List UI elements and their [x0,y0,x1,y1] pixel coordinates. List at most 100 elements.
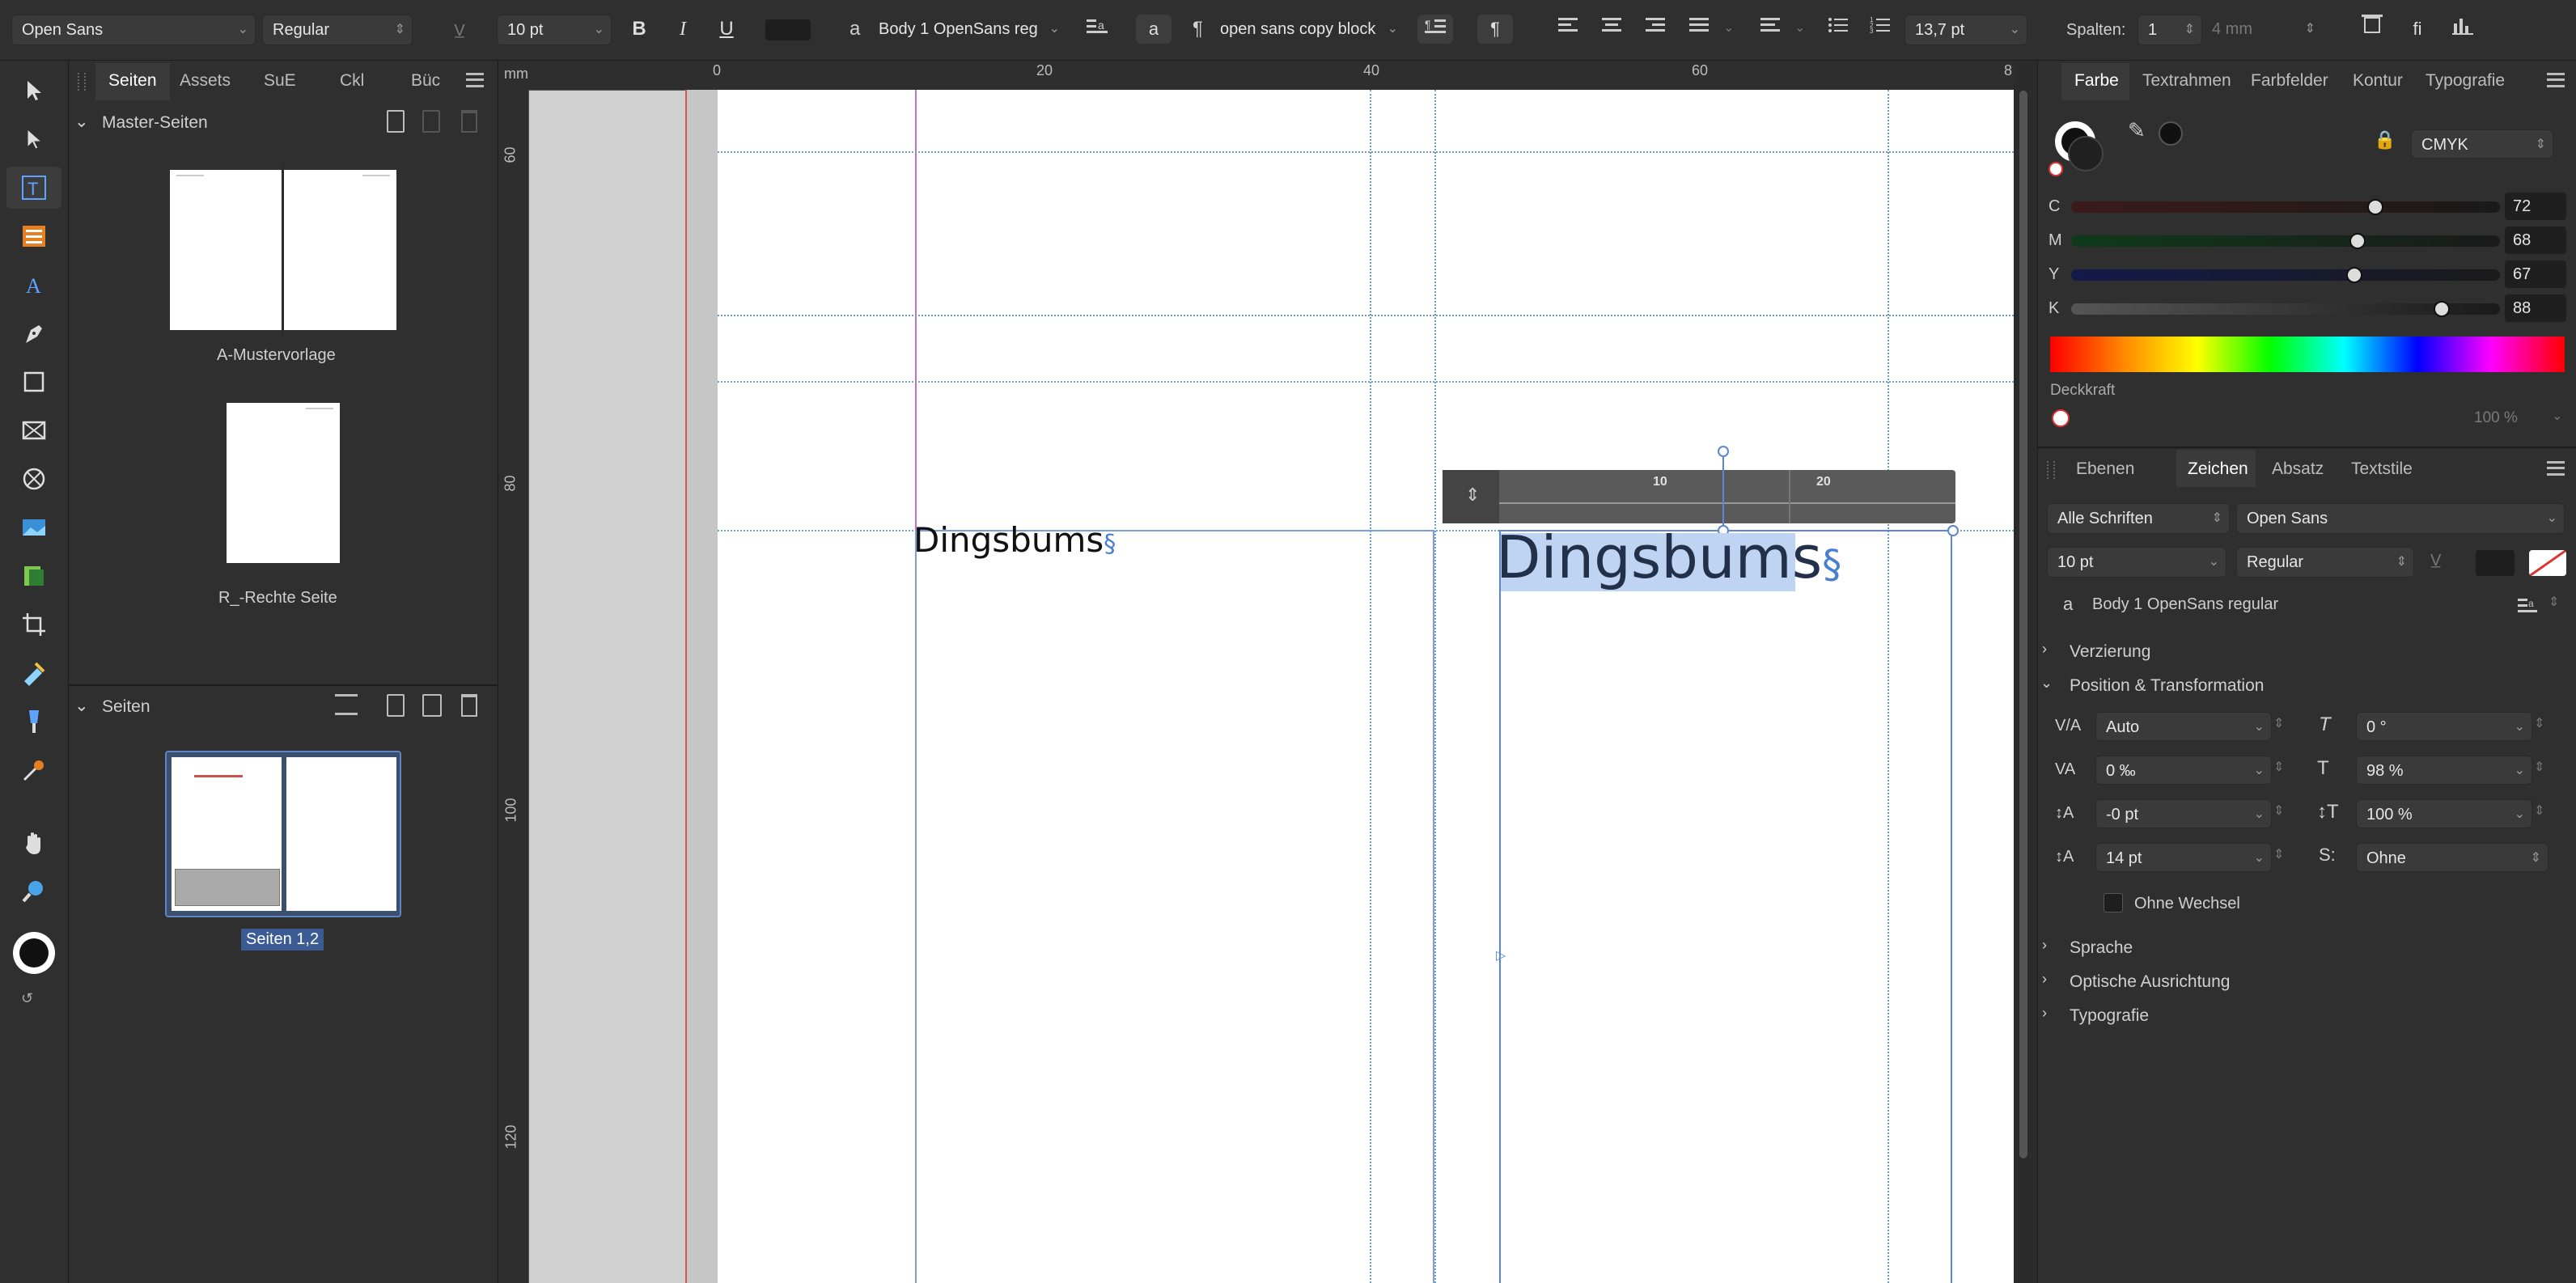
gutter-stepper[interactable]: 4 mm ⇕ [2202,15,2322,45]
chart-icon[interactable] [2445,15,2481,44]
panel-menu-icon[interactable] [466,73,484,87]
delete-master-icon[interactable] [461,110,477,133]
bold-button[interactable]: B [621,15,657,44]
leading-field[interactable]: 14 pt ⌄ [2095,843,2272,872]
right-text-frame[interactable] [1499,530,1952,1283]
channel-m-value[interactable]: 68 [2505,227,2566,254]
duplicate-master-icon[interactable] [422,110,440,133]
hscale-field[interactable]: 98 % ⌄ [2356,756,2532,785]
vertical-ruler[interactable] [499,90,529,1283]
place-image-tool-icon[interactable] [6,506,61,548]
tab-assets[interactable]: Assets [180,71,231,91]
hand-tool-icon[interactable] [6,822,61,864]
section-position-chevron-icon[interactable]: ⌄ [2040,675,2053,692]
tab-farbe[interactable]: Farbe [2074,71,2119,91]
vscale-field[interactable]: 100 % ⌄ [2356,799,2532,828]
para-style-select[interactable]: open sans copy block ⌄ [1210,15,1405,45]
hscale-stepper-icon[interactable]: ⇕ [2534,759,2544,775]
vertical-align-dropdown-icon[interactable]: ⌄ [1794,19,1805,36]
tab-absatz[interactable]: Absatz [2272,459,2324,479]
page-spread-thumbnail[interactable] [165,751,401,917]
vector-crop-tool-icon[interactable] [6,555,61,597]
channel-y-slider[interactable] [2071,269,2500,281]
char-style-button[interactable]: a [1136,15,1171,44]
vertical-align-icon[interactable] [1752,15,1788,44]
section-verzierung[interactable]: Verzierung [2070,642,2150,662]
panel-grip-icon-2[interactable] [2047,461,2055,479]
para-style-panel-icon[interactable]: ¶ [1417,15,1453,44]
section-optical-chevron-icon[interactable]: › [2042,971,2047,988]
swap-colors-icon[interactable]: ↺ [21,990,33,1007]
justify-icon[interactable] [1681,15,1717,44]
channel-c-knob[interactable] [2367,199,2383,215]
section-position[interactable]: Position & Transformation [2070,676,2264,696]
numbered-list-icon[interactable]: 123 [1862,15,1898,44]
page-options-icon[interactable] [335,694,358,715]
no-break-checkbox[interactable] [2104,893,2123,912]
char-style-select[interactable]: Body 1 OpenSans reg ⌄ [869,15,1066,45]
frame-handle-left-mid[interactable]: ▷ [1496,947,1506,963]
channel-k-value[interactable]: 88 [2505,294,2566,322]
table-tool-icon[interactable] [6,215,61,257]
font-family-select[interactable]: Open Sans ⌄ [11,15,256,45]
text-frame-tool-icon[interactable]: T [6,167,61,209]
duplicate-page-icon[interactable] [422,694,442,717]
frame-inset-icon[interactable] [2354,15,2390,44]
tab-textstile[interactable]: Textstile [2351,459,2413,479]
char-style-stepper-icon[interactable]: ⇕ [2548,594,2559,610]
section-typografie[interactable]: Typografie [2070,1006,2149,1026]
rectangle-tool-icon[interactable] [6,361,61,403]
section-optical[interactable]: Optische Ausrichtung [2070,972,2230,992]
leading-stepper-icon[interactable]: ⇕ [2273,846,2284,862]
tab-buc[interactable]: Büc [411,71,440,91]
color-panel-menu-icon[interactable] [2547,73,2565,87]
node-tool-icon[interactable] [6,118,61,160]
tab-ebenen[interactable]: Ebenen [2076,459,2134,479]
color-spectrum[interactable] [2050,337,2565,372]
tab-typografie-color[interactable]: Typografie [2426,71,2505,91]
frame-rotate-handle[interactable] [1718,446,1729,457]
baseline-field[interactable]: -0 pt ⌄ [2095,799,2272,828]
move-tool-icon[interactable] [6,70,61,112]
vertical-scrollbar-thumb[interactable] [2019,91,2027,1158]
char-highlight-swatch[interactable] [2529,550,2566,576]
char-color-swatch[interactable] [2476,550,2515,576]
char-style-name[interactable]: Body 1 OpenSans regular [2092,595,2278,614]
align-left-icon[interactable] [1550,15,1586,44]
italic-button[interactable]: I [665,15,701,44]
underline-button[interactable]: U [709,15,744,44]
master-r-thumbnail[interactable] [227,403,340,563]
frame-ruler-bar[interactable]: ⇕ 10 20 [1443,470,1955,523]
lock-icon[interactable]: 🔒 [2374,129,2396,150]
pilcrow-button[interactable]: ¶ [1477,15,1513,44]
tab-kontur[interactable]: Kontur [2353,71,2403,91]
none-color-icon[interactable] [2049,162,2063,176]
shear-field[interactable]: 0 ° ⌄ [2356,712,2532,741]
char-style-select-panel[interactable]: Regular ⇕ [2236,547,2414,578]
ligature-icon[interactable]: fi [2400,15,2435,44]
picture-frame-tool-icon[interactable] [6,409,61,451]
tab-zeichen[interactable]: Zeichen [2188,459,2248,479]
align-right-icon[interactable] [1638,15,1673,44]
kerning-field[interactable]: Auto ⌄ [2095,712,2272,741]
left-text-frame[interactable] [915,530,1434,1283]
zoom-tool-icon[interactable] [6,870,61,912]
add-master-icon[interactable] [387,110,405,133]
tab-ckl[interactable]: Ckl [340,71,364,91]
tab-farbfelder[interactable]: Farbfelder [2251,71,2328,91]
eyedropper-icon[interactable]: ✎ [2128,118,2146,143]
char-kerning-icon[interactable]: V̲ [2430,552,2441,570]
pen-tool-icon[interactable] [6,312,61,354]
channel-y-value[interactable]: 67 [2505,260,2566,288]
text-style-panel-icon[interactable]: a [1079,15,1115,44]
tracking-field[interactable]: 0 ‰ ⌄ [2095,756,2272,785]
char-size-select[interactable]: 10 pt ⌄ [2047,547,2226,578]
masters-header-chevron-icon[interactable]: ⌄ [74,112,89,132]
tab-sue[interactable]: SuE [264,71,296,91]
add-page-icon[interactable] [387,694,405,717]
char-panel-menu-icon[interactable] [2547,461,2565,476]
tracking-stepper-icon[interactable]: ⇕ [2273,759,2284,775]
font-style-select[interactable]: Regular ⇕ [262,15,413,45]
kerning-icon[interactable]: V̲ [442,16,477,45]
baseline-stepper-icon[interactable]: ⇕ [2273,802,2284,819]
